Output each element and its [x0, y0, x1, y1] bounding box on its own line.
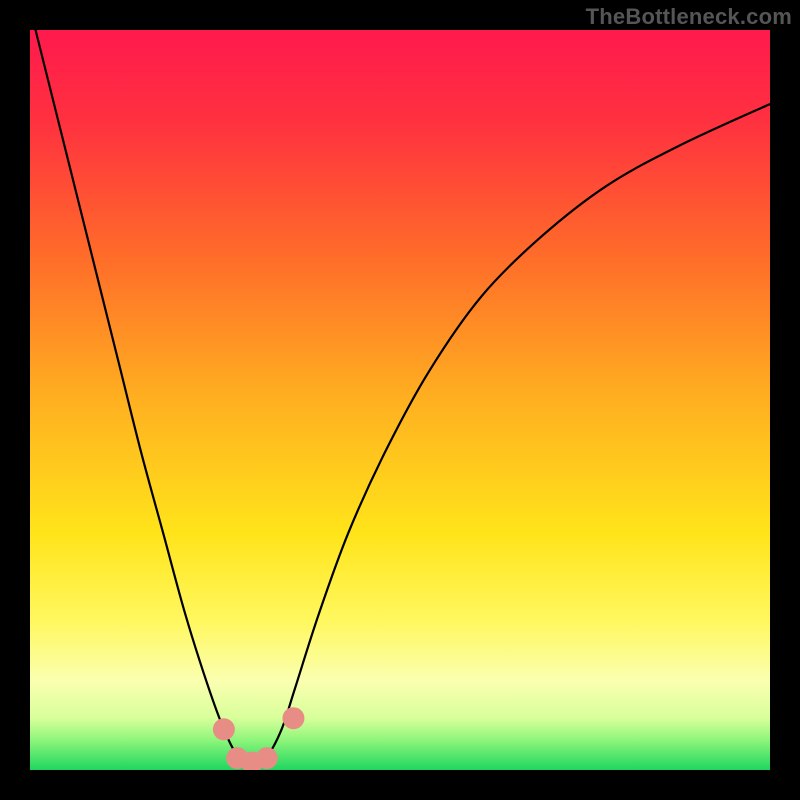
optimum-marker [282, 707, 304, 729]
watermark-text: TheBottleneck.com [586, 4, 792, 30]
optimum-marker [256, 747, 278, 769]
gradient-background [30, 30, 770, 770]
optimum-marker [213, 718, 235, 740]
plot-svg [30, 30, 770, 770]
plot-area [30, 30, 770, 770]
chart-frame: TheBottleneck.com [0, 0, 800, 800]
